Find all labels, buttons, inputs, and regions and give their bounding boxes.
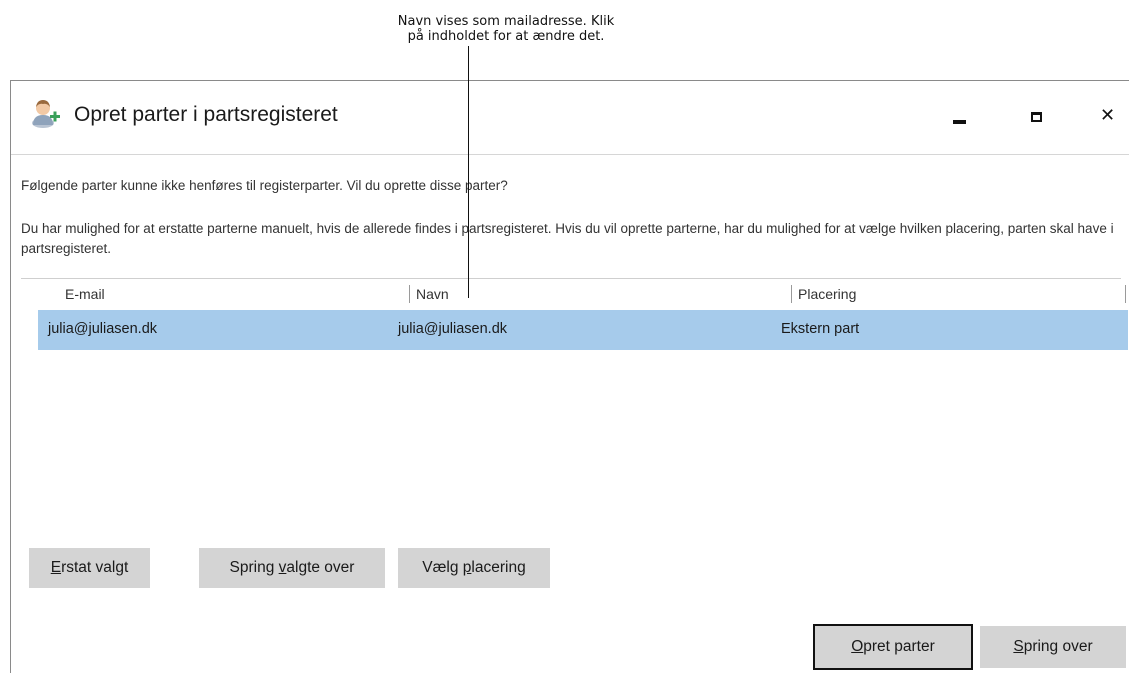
message-instructions: Du har mulighed for at erstatte parterne… <box>21 221 1114 256</box>
title-bar: Opret parter i partsregisteret ✕ <box>11 81 1129 155</box>
close-button[interactable]: ✕ <box>1087 95 1127 135</box>
create-parties-button[interactable]: Opret parter <box>813 624 973 670</box>
table-row[interactable]: julia@juliasen.dk julia@juliasen.dk Ekst… <box>38 310 1128 350</box>
user-add-icon <box>32 100 60 128</box>
page: Navn vises som mailadresse. Klik på indh… <box>0 0 1129 673</box>
annotation-pointer-line <box>468 46 469 298</box>
minimize-icon <box>953 120 966 124</box>
maximize-icon <box>1031 112 1042 122</box>
skip-button[interactable]: Spring over <box>980 626 1126 668</box>
cell-email[interactable]: julia@juliasen.dk <box>48 321 157 337</box>
column-separator[interactable] <box>409 285 410 303</box>
dialog-window: Opret parter i partsregisteret ✕ Følgend… <box>10 80 1129 673</box>
cell-placement[interactable]: Ekstern part <box>781 321 859 337</box>
column-separator[interactable] <box>791 285 792 303</box>
close-icon: ✕ <box>1100 105 1116 126</box>
replace-selected-button[interactable]: Erstat valgt <box>29 548 150 588</box>
dialog-title: Opret parter i partsregisteret <box>74 103 338 126</box>
annotation-line-2: på indholdet for at ændre det. <box>407 29 605 44</box>
table-header: E-mail Navn Placering <box>21 278 1126 310</box>
maximize-button[interactable] <box>1017 95 1057 135</box>
minimize-button[interactable] <box>941 95 981 135</box>
annotation-line-1: Navn vises som mailadresse. Klik <box>397 14 615 29</box>
column-separator[interactable] <box>1125 285 1126 303</box>
skip-selected-button[interactable]: Spring valgte over <box>199 548 385 588</box>
column-header-email[interactable]: E-mail <box>65 286 105 302</box>
column-header-name[interactable]: Navn <box>416 286 449 302</box>
annotation-callout: Navn vises som mailadresse. Klik på indh… <box>356 14 656 44</box>
column-header-placement[interactable]: Placering <box>798 286 856 302</box>
cell-name[interactable]: julia@juliasen.dk <box>398 321 507 337</box>
parties-table: E-mail Navn Placering julia@juliasen.dk … <box>21 278 1128 350</box>
message-question: Følgende parter kunne ikke henføres til … <box>21 178 508 193</box>
choose-placement-button[interactable]: Vælg placering <box>398 548 550 588</box>
